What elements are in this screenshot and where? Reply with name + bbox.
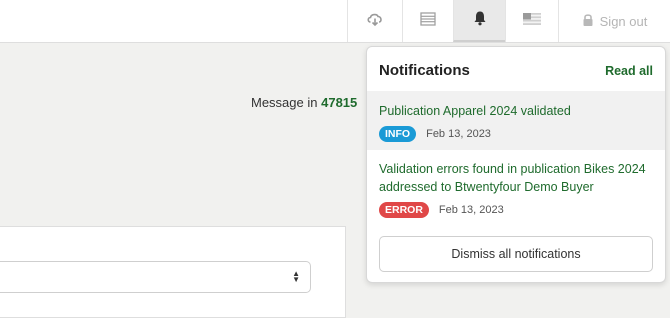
select-field[interactable]: ▲ ▼ xyxy=(0,261,311,293)
list-button[interactable] xyxy=(402,0,453,42)
message-code: 47815 xyxy=(321,95,358,110)
info-badge: INFO xyxy=(379,126,417,142)
form-card: ▲ ▼ xyxy=(0,226,346,318)
notification-date: Feb 13, 2023 xyxy=(426,128,491,140)
flag-icon xyxy=(523,12,541,30)
lock-icon xyxy=(582,13,594,30)
download-button[interactable] xyxy=(347,0,402,42)
sign-out-label: Sign out xyxy=(599,13,648,29)
bell-icon xyxy=(473,10,487,31)
error-badge: ERROR xyxy=(379,202,429,218)
notification-meta: INFO Feb 13, 2023 xyxy=(379,126,653,142)
notification-item[interactable]: Validation errors found in publication B… xyxy=(367,150,665,230)
notification-title[interactable]: Validation errors found in publication B… xyxy=(379,160,653,196)
notifications-button[interactable] xyxy=(453,0,505,42)
dismiss-all-button[interactable]: Dismiss all notifications xyxy=(379,236,653,272)
notifications-header: Notifications Read all xyxy=(379,62,653,79)
top-bar: Sign out xyxy=(0,0,670,43)
message-prefix: Message in xyxy=(251,95,318,110)
sign-out-button[interactable]: Sign out xyxy=(558,0,670,42)
notifications-panel: Notifications Read all Publication Appar… xyxy=(366,46,666,283)
cloud-download-icon xyxy=(366,11,384,32)
select-arrows-icon: ▲ ▼ xyxy=(292,269,300,284)
read-all-link[interactable]: Read all xyxy=(605,64,653,78)
notification-item[interactable]: Publication Apparel 2024 validated INFO … xyxy=(367,91,665,150)
language-button[interactable] xyxy=(505,0,558,42)
notification-title[interactable]: Publication Apparel 2024 validated xyxy=(379,102,653,120)
message-text: Message in 47815 xyxy=(251,95,357,110)
notification-date: Feb 13, 2023 xyxy=(438,204,504,216)
notifications-title: Notifications xyxy=(379,62,470,79)
notification-meta: ERROR Feb 13, 2023 xyxy=(379,202,653,218)
list-icon xyxy=(420,11,436,31)
